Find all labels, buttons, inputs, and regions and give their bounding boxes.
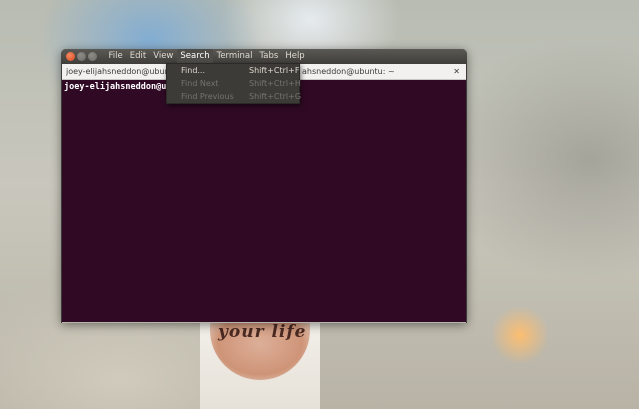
- search-dropdown-menu: Find... Shift+Ctrl+F Find Next Shift+Ctr…: [166, 63, 302, 104]
- menu-item-shortcut: Shift+Ctrl+G: [249, 92, 302, 101]
- menu-file[interactable]: File: [105, 49, 126, 64]
- menu-help[interactable]: Help: [282, 49, 308, 64]
- menu-edit[interactable]: Edit: [126, 49, 149, 64]
- menu-bar: File Edit View Search Terminal Tabs Help: [105, 49, 308, 64]
- tab-1[interactable]: joey-elijahsneddon@ubuntu: [66, 64, 166, 79]
- close-window-button[interactable]: [66, 52, 75, 61]
- menu-item-shortcut: Shift+Ctrl+F: [249, 66, 300, 75]
- title-bar[interactable]: File Edit View Search Terminal Tabs Help: [61, 49, 467, 64]
- wallpaper-cup-text: your life: [218, 322, 307, 342]
- menu-terminal[interactable]: Terminal: [213, 49, 256, 64]
- maximize-window-button[interactable]: [88, 52, 97, 61]
- close-tab-icon[interactable]: ✕: [453, 64, 460, 79]
- terminal-area[interactable]: joey-elijahsneddon@ubuntu: [62, 80, 466, 323]
- menu-item-shortcut: Shift+Ctrl+H: [249, 79, 301, 88]
- menu-item-label: Find Next: [181, 79, 219, 88]
- menu-item-find[interactable]: Find... Shift+Ctrl+F: [167, 64, 299, 77]
- menu-view[interactable]: View: [150, 49, 177, 64]
- minimize-window-button[interactable]: [77, 52, 86, 61]
- menu-item-find-previous[interactable]: Find Previous Shift+Ctrl+G: [167, 90, 302, 103]
- menu-item-label: Find...: [181, 66, 206, 75]
- menu-tabs[interactable]: Tabs: [256, 49, 282, 64]
- tab-2[interactable]: ahsneddon@ubuntu: ~: [302, 64, 452, 79]
- menu-item-find-next[interactable]: Find Next Shift+Ctrl+H: [167, 77, 301, 90]
- menu-item-label: Find Previous: [181, 92, 234, 101]
- menu-search[interactable]: Search: [176, 49, 214, 64]
